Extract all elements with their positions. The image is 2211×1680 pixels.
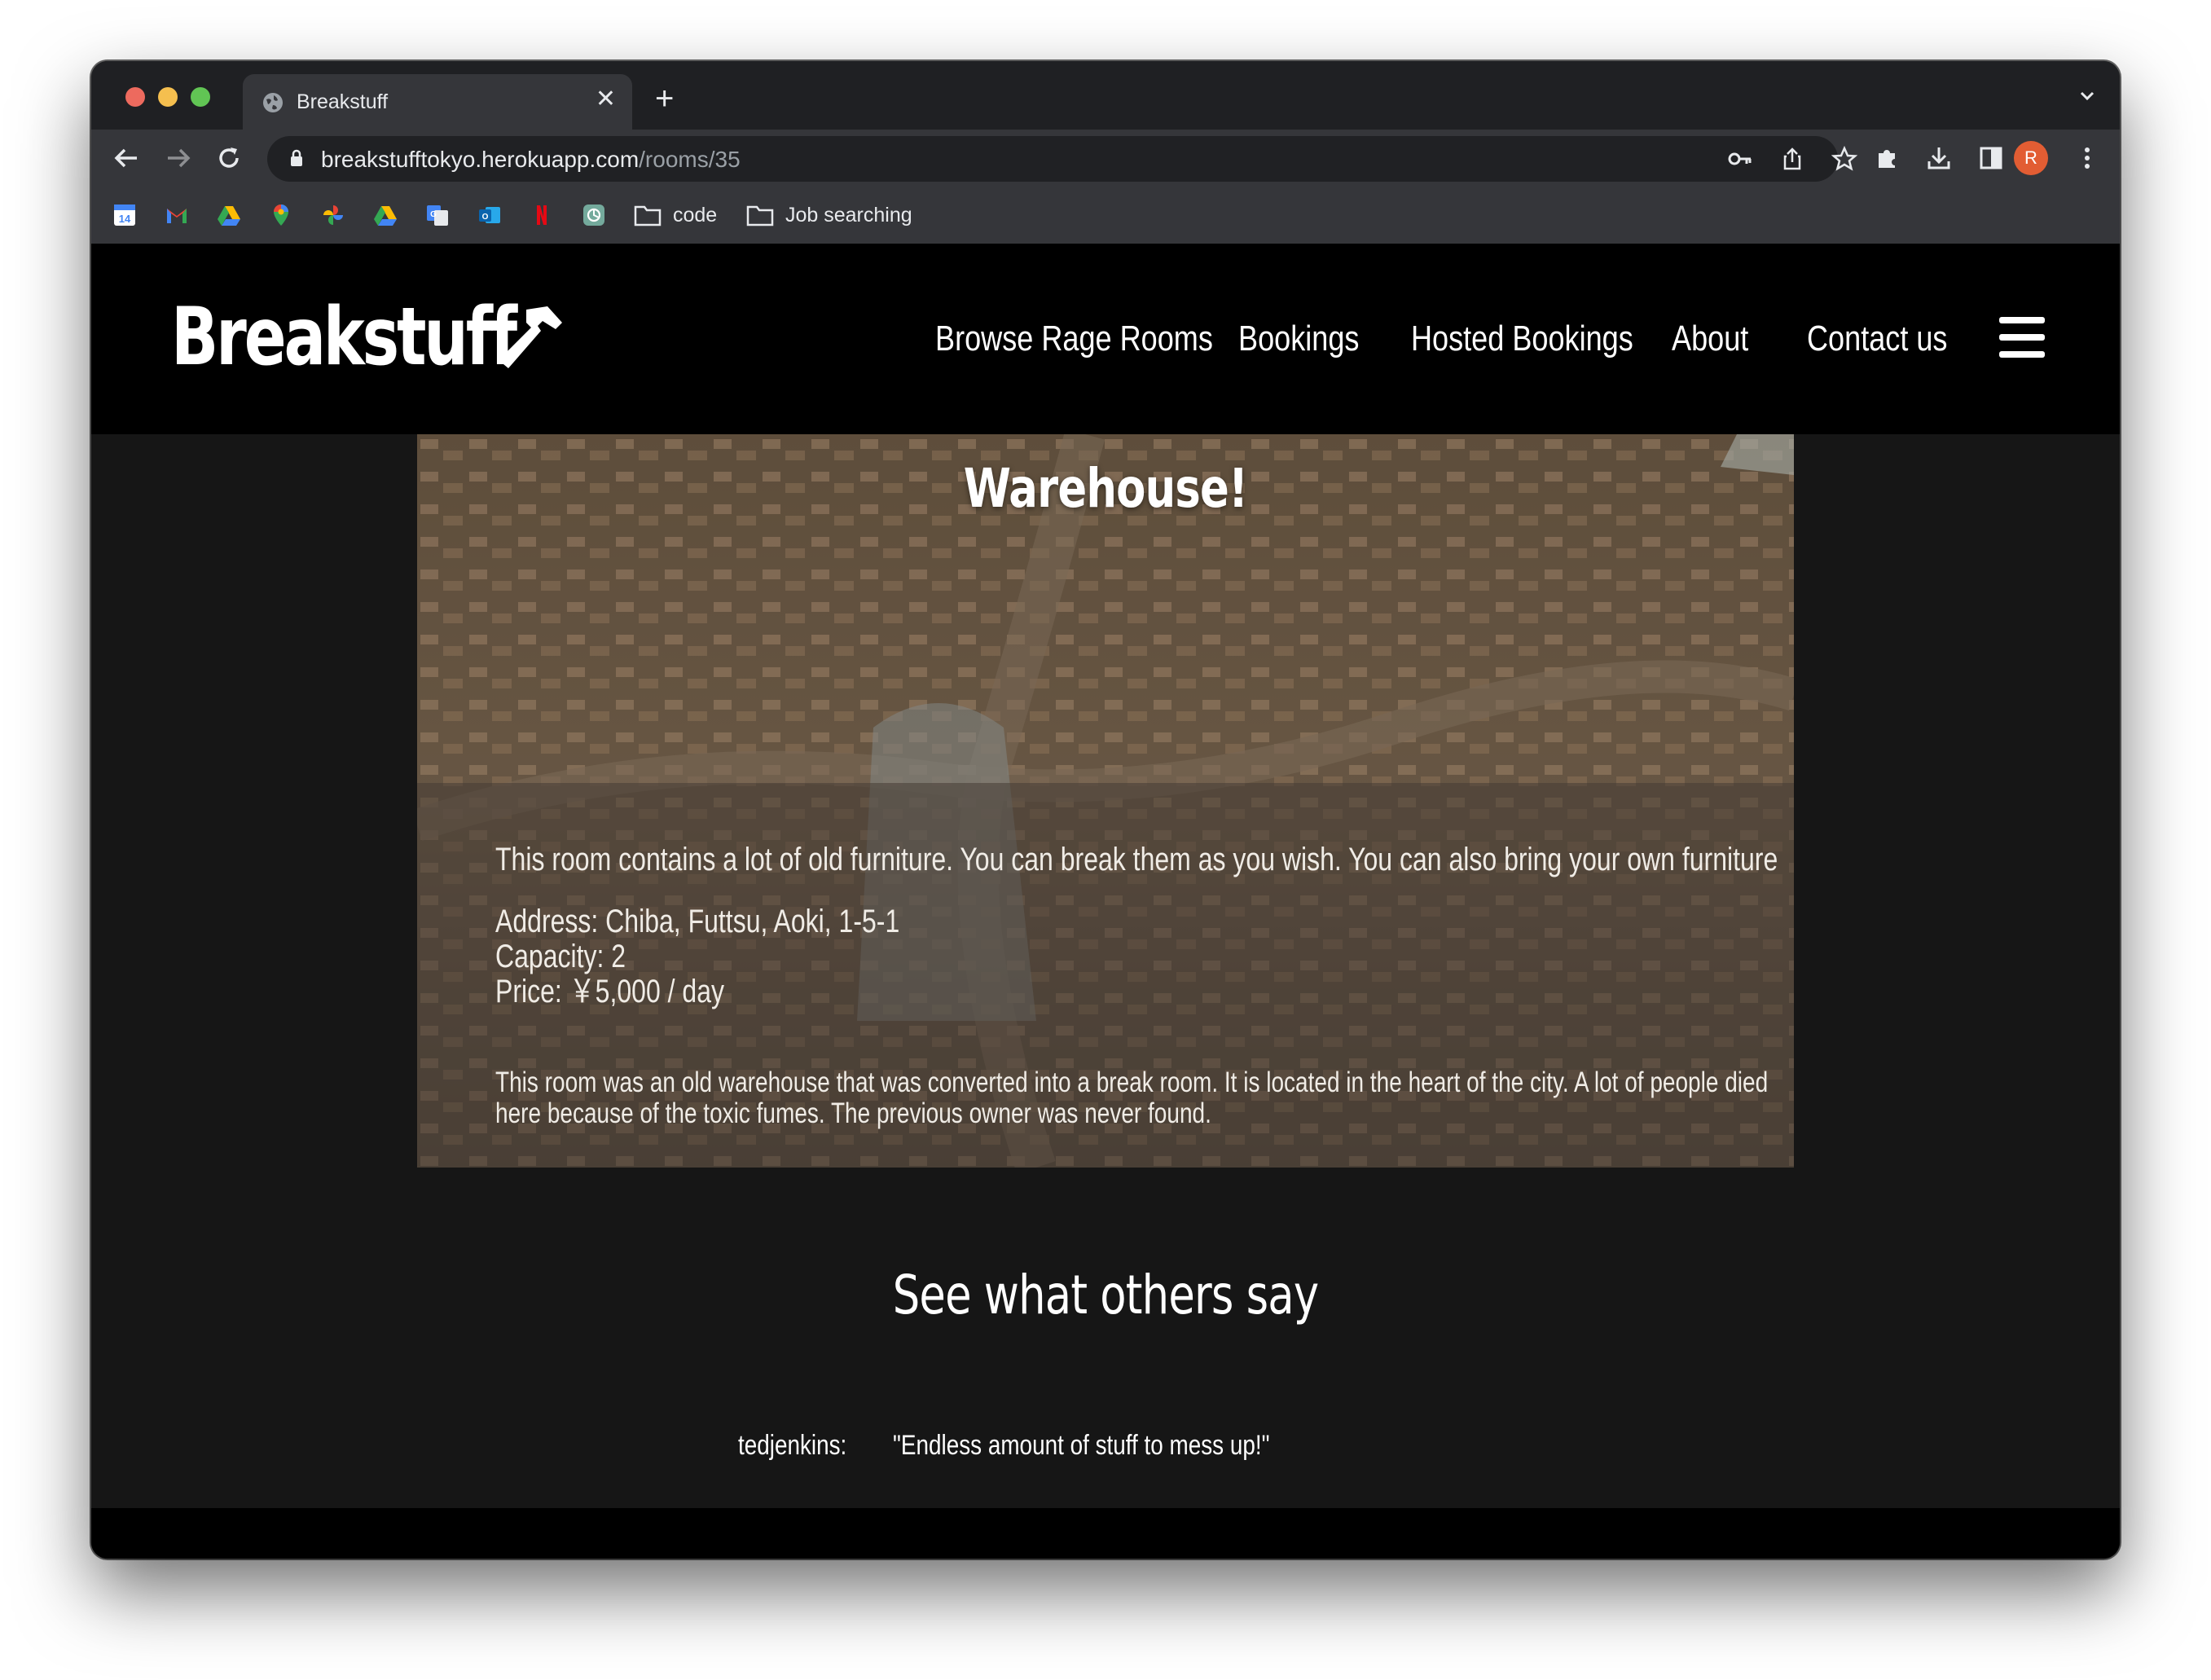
browser-window: Breakstuff ✕ + breakstufftokyo.herokuapp… [91, 61, 2120, 1559]
google-calendar-icon[interactable]: 14 [112, 203, 137, 227]
browser-toolbar: breakstufftokyo.herokuapp.com/rooms/35 R [91, 130, 2120, 187]
tab-strip: Breakstuff ✕ + [91, 61, 2120, 130]
bookmark-folder-code[interactable]: code [634, 203, 717, 227]
folder-icon [746, 205, 774, 226]
maximize-window-button[interactable] [191, 87, 210, 107]
close-window-button[interactable] [125, 87, 145, 107]
site-navbar: Breakstuff Browse Rage Rooms Bookings Ho… [91, 244, 2120, 434]
room-title: Warehouse! [963, 457, 1248, 520]
reload-icon[interactable] [215, 144, 243, 172]
room-card: Warehouse! This room contains a lot of o… [417, 434, 1794, 1168]
review-text: "Endless amount of stuff to mess up!" [893, 1430, 1270, 1461]
room-facts: Address: Chiba, Futtsu, Aoki, 1-5-1 Capa… [495, 904, 899, 1009]
bookmarks-bar: 14 G O code Job searching [91, 187, 2120, 245]
side-panel-icon[interactable] [1978, 145, 2004, 171]
chatgpt-icon[interactable] [582, 203, 606, 227]
browser-tab[interactable]: Breakstuff ✕ [243, 74, 632, 130]
profile-avatar[interactable]: R [2014, 141, 2048, 175]
google-translate-icon[interactable]: G [425, 203, 450, 227]
google-maps-icon[interactable] [269, 203, 293, 227]
room-capacity: Capacity: 2 [495, 939, 626, 974]
tab-close-icon[interactable]: ✕ [596, 87, 616, 112]
svg-text:G: G [430, 210, 437, 219]
nav-bookings[interactable]: Bookings [1238, 319, 1359, 359]
svg-text:O: O [482, 213, 489, 222]
outlook-icon[interactable]: O [477, 203, 502, 227]
forward-icon[interactable] [165, 144, 192, 172]
bookmark-star-icon[interactable] [1831, 146, 1857, 172]
hamburger-menu-icon[interactable] [1999, 317, 2045, 358]
gmail-icon[interactable] [165, 203, 189, 227]
download-icon[interactable] [1926, 145, 1952, 171]
room-summary: This room contains a lot of old furnitur… [495, 842, 1778, 877]
web-page: Breakstuff Browse Rage Rooms Bookings Ho… [91, 244, 2120, 1559]
netflix-icon[interactable] [530, 203, 554, 227]
nav-hosted-bookings[interactable]: Hosted Bookings [1411, 319, 1633, 359]
room-story: This room was an old warehouse that was … [495, 1066, 1769, 1129]
svg-text:14: 14 [119, 213, 131, 225]
site-footer [91, 1508, 2120, 1559]
back-icon[interactable] [112, 144, 140, 172]
google-photos-icon[interactable] [321, 203, 345, 227]
share-icon[interactable] [1779, 146, 1805, 172]
tab-search-icon[interactable] [2077, 86, 2097, 105]
site-logo[interactable]: Breakstuff [171, 291, 569, 384]
more-menu-icon[interactable] [2074, 145, 2100, 171]
review-username: tedjenkins: [738, 1430, 847, 1461]
nav-about[interactable]: About [1672, 319, 1748, 359]
bookmark-folder-job-searching[interactable]: Job searching [746, 203, 912, 227]
new-tab-button[interactable]: + [655, 82, 674, 115]
google-drive-icon[interactable] [373, 203, 398, 227]
logo-text: Breakstuff [171, 291, 517, 384]
nav-browse-rage-rooms[interactable]: Browse Rage Rooms [935, 319, 1213, 359]
nav-contact-us[interactable]: Contact us [1807, 319, 1947, 359]
reviews-heading: See what others say [892, 1264, 1319, 1326]
minimize-window-button[interactable] [158, 87, 178, 107]
folder-icon [634, 205, 662, 226]
extensions-icon[interactable] [1874, 145, 1900, 171]
room-price: Price: ￥5,000 / day [495, 974, 725, 1009]
lock-icon[interactable] [290, 149, 303, 167]
url-text: breakstufftokyo.herokuapp.com/rooms/35 [321, 147, 741, 172]
globe-icon [263, 93, 283, 112]
password-key-icon[interactable] [1727, 146, 1753, 172]
address-bar[interactable]: breakstufftokyo.herokuapp.com/rooms/35 [267, 136, 1857, 182]
tab-title: Breakstuff [297, 90, 389, 113]
room-address: Address: Chiba, Futtsu, Aoki, 1-5-1 [495, 904, 900, 939]
google-drive-icon[interactable] [217, 203, 241, 227]
